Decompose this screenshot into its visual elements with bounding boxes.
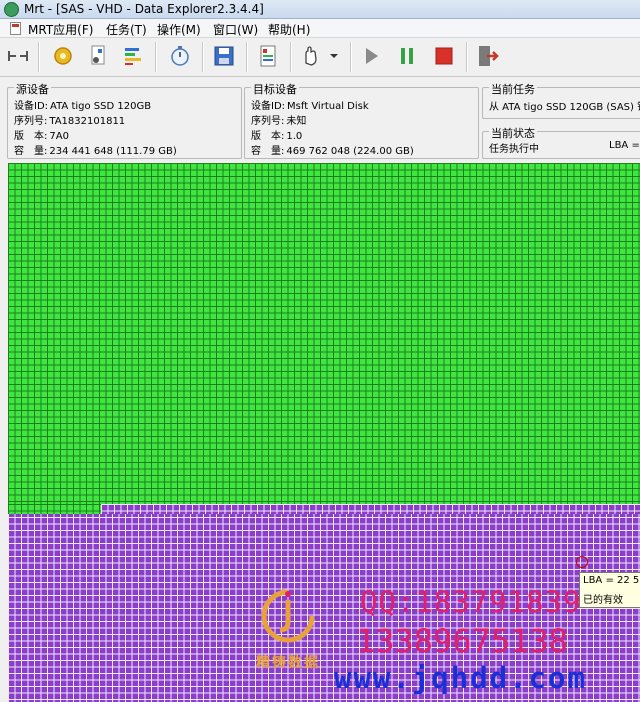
watermark-url: www.jqhdd.com [334,661,587,695]
field-value: ATA tigo SSD 120GB [50,101,152,112]
current-status-legend: 当前状态 [489,125,537,141]
menu-bar: MRT应用(F) 任务(T) 操作(M) 窗口(W) 帮助(H) [0,19,640,38]
document-icon[interactable] [10,22,21,35]
connect-icon[interactable] [5,43,31,69]
stop-icon[interactable] [431,43,457,69]
completed-blocks [8,163,640,514]
toolbar [0,38,640,77]
field-label: 版 本: [251,131,285,142]
pending-blocks-row [101,504,640,514]
stopwatch-icon[interactable] [167,43,193,69]
gear-icon[interactable] [50,43,76,69]
target-capacity-row: 容 量: 469 762 048 (224.00 GB) [251,142,414,157]
toolbar-separator [38,42,40,72]
title-bar: Mrt - [SAS - VHD - Data Explorer2.3.4.4] [0,0,640,19]
play-icon[interactable] [358,43,384,69]
app-icon [4,2,19,17]
cursor-marker [576,556,588,568]
field-value: 1.0 [286,131,303,142]
watermark-logo-icon [261,589,315,643]
field-label: 序列号: [14,116,48,127]
target-version-row: 版 本: 1.0 [251,127,302,142]
field-label: 版 本: [14,131,48,142]
field-value: 7A0 [49,131,69,142]
toolbar-separator [155,42,157,72]
report-icon[interactable] [255,43,281,69]
disk-settings-icon[interactable] [85,43,111,69]
bar-chart-icon[interactable] [120,43,146,69]
tooltip-lba-text: LBA = 22 5 [583,575,640,586]
toolbar-separator [246,42,248,72]
pause-icon[interactable] [394,43,420,69]
completed-blocks-tail [8,504,101,514]
target-device-id-row: 设备ID: Msft Virtual Disk [251,97,369,112]
field-value: Msft Virtual Disk [287,101,369,112]
source-device-group: 源设备 设备ID: ATA tigo SSD 120GB 序列号: TA183210… [7,81,242,159]
current-task-text: 从 ATA tigo SSD 120GB (SAS) 镜 [489,102,640,113]
target-serial-row: 序列号: 未知 [251,112,306,127]
menu-task[interactable]: 任务(T) [106,21,147,38]
field-value: 234 441 648 (111.79 GB) [49,146,177,157]
field-value: 469 762 048 (224.00 GB) [286,146,414,157]
chevron-down-icon[interactable] [326,43,342,69]
field-value: TA1832101811 [49,116,126,127]
task-status-text: 任务执行中 [489,144,539,155]
menu-window[interactable]: 窗口(W) [213,21,258,38]
current-task-legend: 当前任务 [489,81,537,97]
save-icon[interactable] [211,43,237,69]
toolbar-separator [290,42,292,72]
field-value: 未知 [286,116,307,127]
current-status-group: 当前状态 任务执行中 LBA = [482,125,640,159]
field-label: 序列号: [251,116,285,127]
watermark-phone: 13389675138 [356,622,568,660]
source-device-id-row: 设备ID: ATA tigo SSD 120GB [14,97,151,112]
field-label: 容 量: [14,146,48,157]
watermark-brand: 精铸数据 [256,655,320,671]
target-device-legend: 目标设备 [251,81,299,97]
menu-mrt-app[interactable]: MRT应用(F) [28,21,93,38]
window-title: Mrt - [SAS - VHD - Data Explorer2.3.4.4] [24,2,264,16]
current-task-group: 当前任务 从 ATA tigo SSD 120GB (SAS) 镜 [482,81,640,119]
field-label: 设备ID: [251,101,286,112]
menu-operation[interactable]: 操作(M) [157,21,201,38]
lba-label: LBA = [609,140,640,151]
lba-tooltip: LBA = 22 5 已的有效 [579,572,640,608]
source-serial-row: 序列号: TA1832101811 [14,112,125,127]
watermark-qq: QQ:183791839 [360,585,582,619]
toolbar-separator [202,42,204,72]
field-label: 设备ID: [14,101,49,112]
tooltip-valid-text: 已的有效 [583,595,623,606]
field-label: 容 量: [251,146,285,157]
menu-help[interactable]: 帮助(H) [268,21,310,38]
hand-icon[interactable] [298,43,324,69]
toolbar-separator [466,42,468,72]
device-info-panels: 源设备 设备ID: ATA tigo SSD 120GB 序列号: TA183210… [0,77,640,160]
toolbar-separator [350,42,352,72]
exit-icon[interactable] [475,43,501,69]
target-device-group: 目标设备 设备ID: Msft Virtual Disk 序列号: 未知 版 本: 1… [244,81,479,159]
source-version-row: 版 本: 7A0 [14,127,69,142]
source-capacity-row: 容 量: 234 441 648 (111.79 GB) [14,142,177,157]
source-device-legend: 源设备 [14,81,51,97]
